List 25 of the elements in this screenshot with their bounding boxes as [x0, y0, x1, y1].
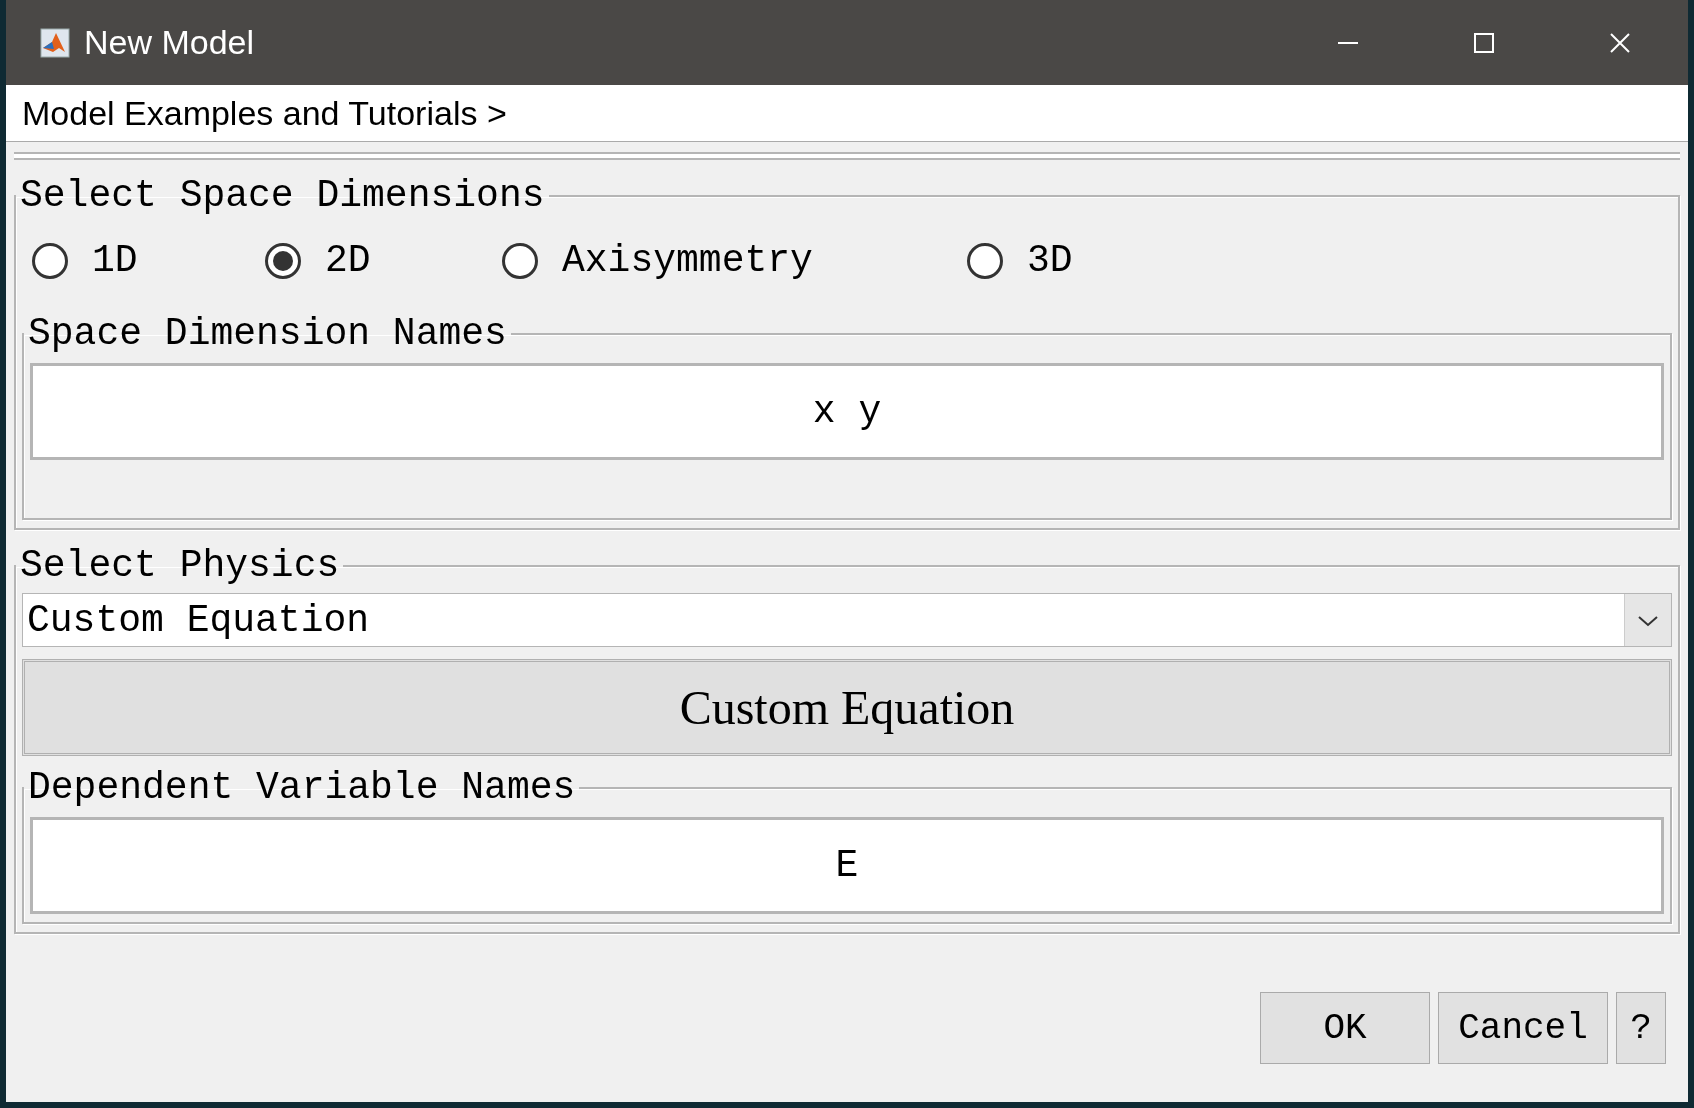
group-label: Select Space Dimensions	[19, 174, 546, 217]
window-title: New Model	[84, 23, 256, 62]
input-field[interactable]: E	[30, 817, 1664, 914]
radio-label: 3D	[1027, 239, 1073, 282]
app-logo-icon	[40, 27, 70, 58]
radio-button[interactable]	[265, 242, 301, 279]
radio-label: 1D	[92, 239, 138, 282]
group-label: Select Physics	[19, 544, 341, 587]
dropdown[interactable]: Custom Equation	[22, 593, 1672, 647]
minimize-icon	[1336, 41, 1360, 44]
group-label: Space Dimension Names	[27, 312, 508, 355]
dialog-button[interactable]: Cancel	[1438, 992, 1608, 1064]
chevron-down-icon	[1624, 594, 1671, 646]
physics-heading-button[interactable]: Custom Equation	[22, 659, 1672, 756]
input-field[interactable]: x y	[30, 363, 1664, 460]
maximize-icon	[1472, 30, 1496, 55]
radio-button[interactable]	[967, 242, 1003, 279]
dialog-button[interactable]: OK	[1260, 992, 1430, 1064]
radio-button[interactable]	[502, 242, 538, 279]
radio-label: Axisymmetry	[562, 239, 813, 282]
radio-label: 2D	[325, 239, 371, 282]
radio-button[interactable]	[32, 242, 68, 279]
close-icon	[1608, 30, 1632, 55]
dialog-button[interactable]: ?	[1616, 992, 1666, 1064]
group-label: Dependent Variable Names	[27, 766, 577, 809]
